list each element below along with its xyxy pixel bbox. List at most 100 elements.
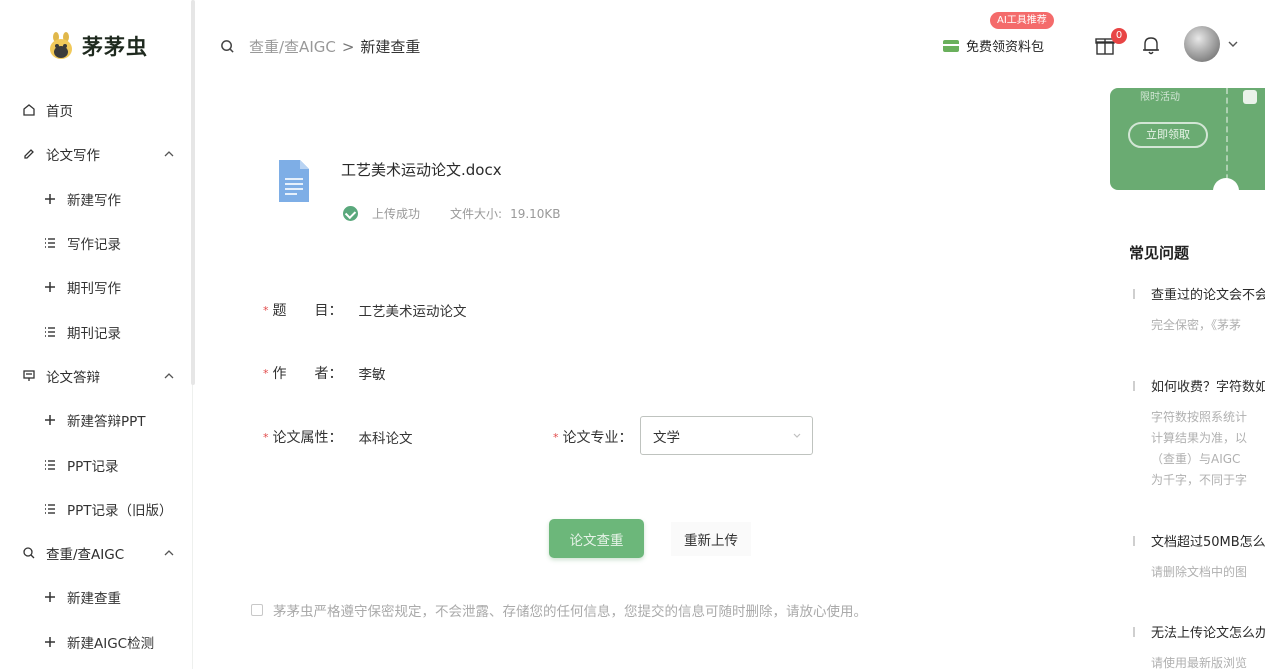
sidebar-item-label: 写作记录 [67,237,121,254]
faq-question-text: 无法上传论文怎么办 [1151,626,1265,641]
faq-question[interactable]: 如何收费？字符数如 [1133,376,1265,395]
sidebar-item-10[interactable]: 查重/查AIGC [0,531,193,575]
sidebar-item-label: PPT记录 [67,458,119,475]
form-row-major: * 论文专业： [553,427,633,447]
logo-mascot-icon [50,32,72,59]
search-icon [22,546,36,560]
gift-count-badge: 0 [1111,28,1127,44]
sidebar-item-3[interactable]: 写作记录 [0,221,193,265]
sidebar-item-label: 新建查重 [67,591,121,608]
pen-icon [22,147,36,161]
sidebar-item-2[interactable]: 新建写作 [0,177,193,221]
promo-badge: AI工具推荐 [990,12,1054,29]
promo-label: 免费领资料包 [966,40,1045,55]
check-plagiarism-button[interactable]: 论文查重 [549,519,644,558]
faq-answer-line: 请使用最新版浏览 [1151,656,1248,669]
breadcrumb-parent[interactable]: 查重/查AIGC [249,36,336,57]
plus-icon [43,590,57,604]
chevron-down-icon[interactable] [1227,38,1239,50]
required-mark: * [263,303,269,317]
sidebar-item-5[interactable]: 期刊记录 [0,309,193,353]
major-select[interactable]: 文学 [640,416,813,455]
privacy-notice-text: 茅茅虫严格遵守保密规定，不会泄露、存储您的任何信息，您提交的信息可随时删除，请放… [273,604,867,620]
sidebar-item-label: 期刊写作 [67,281,121,298]
faq-question[interactable]: 查重过的论文会不会 [1133,284,1265,303]
breadcrumb-current: 新建查重 [360,38,421,56]
plus-icon [43,635,57,649]
sidebar-item-4[interactable]: 期刊写作 [0,265,193,309]
faq-answer-line: （查重）与AIGC [1151,452,1241,466]
avatar[interactable] [1184,26,1220,62]
sidebar-item-label: PPT记录（旧版） [67,502,173,519]
list-icon [43,502,57,516]
sidebar-item-label: 新建答辩PPT [67,414,146,431]
faq-answer-line: 计算结果为准，以 [1151,431,1248,445]
faq-bullet [1133,288,1135,299]
chevron-up-icon[interactable] [163,547,175,559]
faq-answer-line: 字符数按照系统计 [1151,410,1248,424]
faq-item[interactable]: 无法上传论文怎么办 请使用最新版浏览 [1133,622,1265,669]
faq-bullet [1133,380,1135,391]
faq-question[interactable]: 无法上传论文怎么办 [1133,622,1265,641]
faq-question-text: 查重过的论文会不会 [1151,288,1265,303]
file-name: 工艺美术运动论文.docx [341,161,502,179]
faq-answer-line: 请删除文档中的图 [1151,565,1248,579]
chevron-down-icon [793,433,801,438]
form-row-title: * 题 目： 工艺美术运动论文 [263,300,467,320]
sidebar-item-label: 新建AIGC检测 [67,635,155,652]
faq-bullet [1133,535,1135,546]
free-materials-link[interactable]: 免费领资料包 [943,36,1044,55]
plus-icon [43,192,57,206]
faq-question[interactable]: 文档超过50MB怎么 [1133,531,1265,550]
sidebar-item-8[interactable]: PPT记录 [0,442,193,486]
sidebar-item-0[interactable]: 首页 [0,88,193,132]
privacy-notice: 茅茅虫严格遵守保密规定，不会泄露、存储您的任何信息，您提交的信息可随时删除，请放… [251,600,867,620]
logo[interactable]: 茅茅虫 [48,30,148,62]
faq-answer: 完全保密，《茅茅 [1133,315,1265,336]
plus-icon [43,413,57,427]
presentation-icon [22,369,36,383]
promo-banner[interactable]: 限时活动 立即领取 [1110,88,1265,190]
chevron-up-icon[interactable] [163,370,175,382]
faq-title: 常见问题 [1129,244,1190,262]
reupload-button[interactable]: 重新上传 [671,522,751,556]
sidebar-item-7[interactable]: 新建答辩PPT [0,398,193,442]
required-mark: * [263,430,269,444]
faq-item[interactable]: 如何收费？字符数如 字符数按照系统计 计算结果为准，以 （查重）与AIGC 为千字，不同… [1133,376,1265,491]
banner-claim-button[interactable]: 立即领取 [1128,122,1208,148]
top-header: 查重/查AIGC > 新建查重 AI工具推荐 免费领资料包 0 [195,0,1265,88]
major-label: 论文专业： [562,430,633,446]
paper-type-label: 论文属性： [272,430,343,446]
faq-question-text: 如何收费？字符数如 [1151,380,1265,395]
form-row-type: * 论文属性： 本科论文 [263,427,413,447]
sidebar-item-12[interactable]: 新建AIGC检测 [0,620,193,664]
chevron-up-icon[interactable] [163,148,175,160]
app-name: 茅茅虫 [82,34,148,59]
sidebar-item-9[interactable]: PPT记录（旧版） [0,487,193,531]
document-file-icon [279,160,309,202]
major-select-value: 文学 [653,429,680,446]
faq-answer: 请使用最新版浏览 [1133,653,1265,669]
sidebar: 茅茅虫 首页 论文写作 新建写作写作记录期刊写作期刊记录 论文答辩新建答辩PPT PPT… [0,0,193,669]
sidebar-item-11[interactable]: 新建查重 [0,575,193,619]
sidebar-item-1[interactable]: 论文写作 [0,132,193,176]
check-circle-icon [343,206,358,221]
author-label: 作 者： [272,366,343,382]
sidebar-item-6[interactable]: 论文答辩 [0,354,193,398]
upload-status-text: 上传成功 [372,207,421,221]
faq-item[interactable]: 查重过的论文会不会完全保密，《茅茅 [1133,284,1265,336]
faq-answer-line: 为千字，不同于字 [1151,473,1248,487]
faq-answer: 请删除文档中的图 [1133,562,1265,583]
faq-bullet [1133,626,1135,637]
list-icon [43,325,57,339]
sidebar-nav: 首页 论文写作 新建写作写作记录期刊写作期刊记录 论文答辩新建答辩PPT PPT记录 PP… [0,88,193,664]
faq-item[interactable]: 文档超过50MB怎么请删除文档中的图 [1133,531,1265,583]
list-icon [43,236,57,250]
bell-icon[interactable] [1140,34,1162,56]
file-size-value: 19.10KB [510,206,561,221]
plus-icon [43,280,57,294]
faq-answer: 字符数按照系统计 计算结果为准，以 （查重）与AIGC 为千字，不同于字 [1133,407,1265,491]
title-value: 工艺美术运动论文 [358,304,467,320]
breadcrumb-separator: > [341,37,355,56]
card-icon [943,39,959,52]
